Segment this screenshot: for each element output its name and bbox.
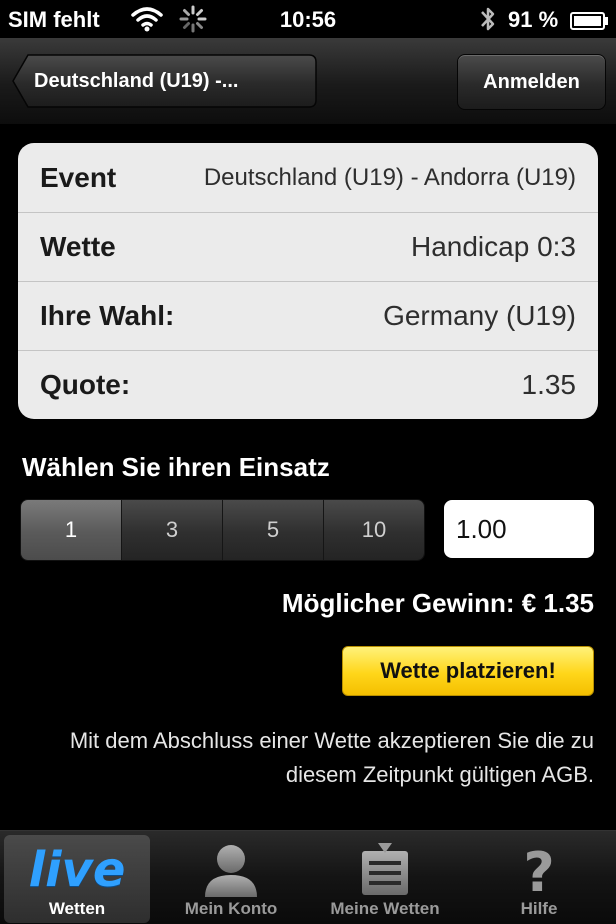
place-bet-button[interactable]: Wette platzieren!: [342, 646, 594, 696]
detail-value: Germany (U19): [383, 300, 576, 331]
tab-label: Wetten: [48, 899, 106, 918]
detail-row-odds: Quote: 1.35: [18, 350, 598, 419]
tab-mein-konto[interactable]: Mein Konto: [158, 835, 304, 923]
agb-notice: Mit dem Abschluss einer Wette akzeptiere…: [69, 728, 594, 787]
tab-label: Mein Konto: [184, 899, 278, 918]
detail-label: Ihre Wahl:: [40, 300, 175, 331]
question-mark-icon: ?: [466, 841, 612, 904]
detail-value: Deutschland (U19) - Andorra (U19): [203, 164, 576, 191]
stake-segmented-control: 1 3 5 10: [20, 499, 425, 561]
tab-meine-wetten[interactable]: Meine Wetten: [312, 835, 458, 923]
tab-label: Meine Wetten: [330, 899, 440, 918]
tab-wetten[interactable]: live Wetten: [4, 835, 150, 923]
detail-row-event: Event Deutschland (U19) - Andorra (U19): [18, 143, 598, 213]
stake-title: Wählen Sie ihren Einsatz: [22, 452, 330, 482]
tab-hilfe[interactable]: ? Hilfe: [466, 835, 612, 923]
back-button-label: Deutschland (U19) -...: [34, 70, 239, 92]
stake-amount-input[interactable]: [444, 500, 594, 558]
stake-option-1[interactable]: 1: [21, 500, 122, 560]
login-button[interactable]: Anmelden: [457, 54, 606, 110]
tab-bar: live Wetten Mein Konto Meine Wetten ? Hi…: [0, 830, 616, 924]
battery-percent: 91 %: [508, 7, 559, 32]
stake-option-3[interactable]: 3: [122, 500, 223, 560]
live-logo-text: live: [28, 842, 126, 898]
stake-option-10[interactable]: 10: [324, 500, 424, 560]
detail-row-bet: Wette Handicap 0:3: [18, 212, 598, 282]
back-button[interactable]: Deutschland (U19) -...: [12, 54, 317, 108]
bluetooth-icon: [478, 4, 498, 40]
bet-slip-icon: [312, 841, 458, 899]
stake-option-5[interactable]: 5: [223, 500, 324, 560]
bet-details-card: Event Deutschland (U19) - Andorra (U19) …: [18, 143, 598, 419]
detail-label: Quote:: [40, 369, 131, 400]
status-bar: SIM fehlt 10:56 91 %: [0, 0, 616, 38]
navigation-bar: Deutschland (U19) -... Anmelden: [0, 38, 616, 125]
live-logo-icon: live: [4, 841, 150, 899]
detail-value: 1.35: [521, 369, 577, 400]
person-icon: [158, 841, 304, 899]
detail-value: Handicap 0:3: [410, 231, 576, 262]
svg-text:?: ?: [523, 841, 554, 899]
detail-label: Wette: [40, 231, 116, 262]
battery-icon: [570, 10, 610, 36]
detail-row-choice: Ihre Wahl: Germany (U19): [18, 281, 598, 351]
tab-label: Hilfe: [520, 899, 558, 918]
possible-gain: Möglicher Gewinn: € 1.35: [281, 588, 594, 618]
detail-label: Event: [40, 162, 117, 193]
